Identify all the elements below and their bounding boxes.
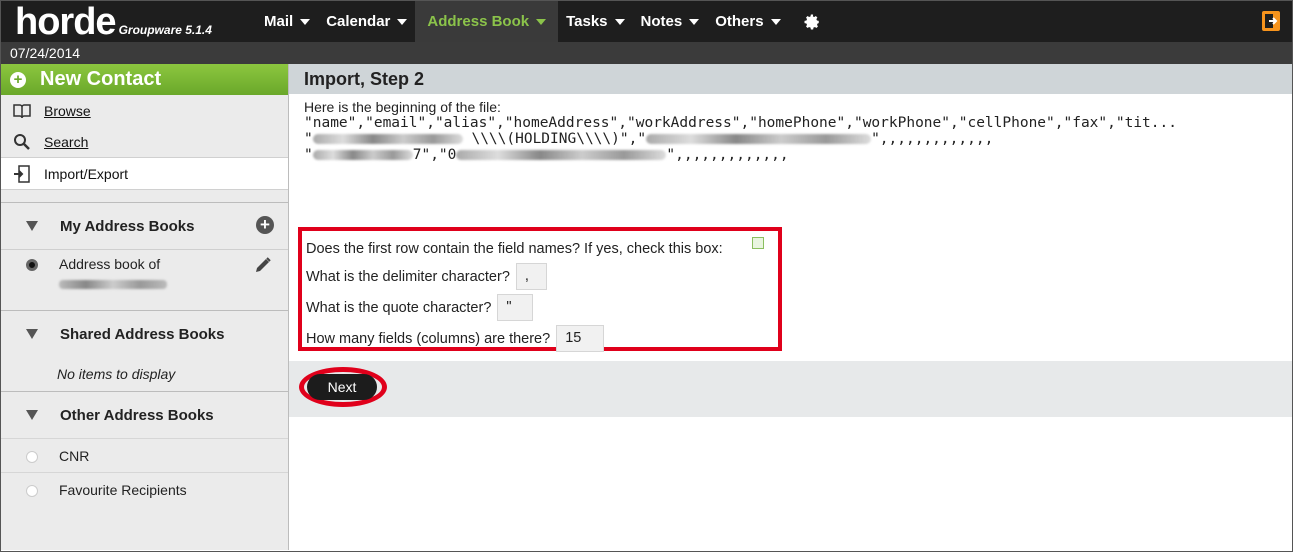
chevron-down-icon [770,18,781,25]
other-book-item[interactable]: Favourite Recipients [1,472,288,506]
delimiter-input[interactable]: , [515,263,547,290]
radio-icon[interactable] [26,485,38,497]
redacted-text [312,134,463,144]
menu-label: Others [715,13,764,30]
add-address-book-icon[interactable]: + [256,216,274,234]
file-intro: Here is the beginning of the file: [304,99,501,115]
fields-input[interactable]: 15 [556,325,605,352]
first-row-label: Does the first row contain the field nam… [306,241,723,257]
menu-label: Tasks [566,13,608,30]
next-button[interactable]: Next [307,374,377,400]
chevron-down-icon [536,18,547,25]
date-bar: 07/24/2014 [1,42,1292,64]
page-title: Import, Step 2 [289,64,1292,94]
address-book-name: Address book of [59,256,167,292]
first-row-question: Does the first row contain the field nam… [306,237,778,261]
logout-icon[interactable] [1262,11,1280,31]
redacted-text [312,150,413,160]
empty-message: No items to display [57,366,176,382]
delimiter-label: What is the delimiter character? [306,268,510,285]
current-date: 07/24/2014 [10,45,81,61]
address-book-label: Address book of [59,256,161,272]
chevron-down-icon [397,18,408,25]
section-title: Other Address Books [60,406,214,424]
active-radio-icon[interactable] [26,259,38,271]
menu-address-book[interactable]: Address Book [415,1,559,42]
file-line-2: " \\\\(HOLDING\\\\)"," ",,,,,,,,,,,,, [304,131,994,147]
import-options-form: Does the first row contain the field nam… [298,227,782,354]
sidebar-item-import-export[interactable]: Import/Export [1,157,288,190]
redacted-text [456,150,667,160]
brand-name: horde [15,1,117,43]
new-contact-button[interactable]: + New Contact [1,64,288,95]
redacted-text [646,134,872,144]
section-title: Shared Address Books [60,325,225,343]
action-bar: Next [289,361,1292,417]
quote-input[interactable]: " [497,294,534,321]
shared-address-books-header[interactable]: Shared Address Books [1,310,288,357]
sidebar: + New Contact Browse Search Import/Expor… [1,64,289,550]
sidebar-item-browse[interactable]: Browse [1,95,288,126]
menu-label: Mail [264,13,294,30]
file-line-1: "name","email","alias","homeAddress","wo… [304,115,1177,131]
redacted-text [59,280,167,289]
other-book-item[interactable]: CNR [1,438,288,472]
menu-calendar[interactable]: Calendar [318,1,415,42]
version-label: Groupware 5.1.4 [118,23,212,37]
section-title: My Address Books [60,217,195,235]
collapse-triangle-icon [26,221,38,231]
sidebar-item-label: Import/Export [44,165,129,182]
sidebar-item-label: Browse [44,102,91,119]
menu-label: Calendar [326,13,391,30]
menu-tasks[interactable]: Tasks [558,1,632,42]
import-export-icon [12,164,32,183]
other-book-label: Favourite Recipients [59,481,187,498]
horde-logo[interactable]: horde Groupware 5.1.4 [15,3,212,41]
radio-icon[interactable] [26,451,38,463]
menu-notes[interactable]: Notes [633,1,708,42]
file-line-text: ",,,,,,,,,,,,, [666,147,789,163]
menu-others[interactable]: Others [707,1,788,42]
top-bar: horde Groupware 5.1.4 Mail Calendar Addre… [1,1,1292,42]
other-address-books-header[interactable]: Other Address Books [1,391,288,438]
file-line-text: 7","0 [412,147,457,163]
collapse-triangle-icon [26,329,38,339]
header-row-checkbox[interactable] [752,237,764,249]
other-book-label: CNR [59,447,90,464]
delimiter-row: What is the delimiter character? , [306,261,778,292]
menu-label: Address Book [427,13,530,30]
my-address-books-header[interactable]: My Address Books + [1,202,288,249]
main-menu: Mail Calendar Address Book Tasks Notes O… [256,1,829,42]
settings-button[interactable] [789,1,829,42]
search-icon [12,133,32,151]
address-book-item[interactable]: Address book of [1,249,288,310]
quote-label: What is the quote character? [306,299,492,316]
sidebar-item-search[interactable]: Search [1,126,288,157]
file-line-text: \\\\(HOLDING\\\\)"," [471,131,647,147]
collapse-triangle-icon [26,410,38,420]
menu-mail[interactable]: Mail [256,1,318,42]
fields-row: How many fields (columns) are there? 15 [306,323,778,354]
sidebar-item-label: Search [44,133,89,150]
fields-label: How many fields (columns) are there? [306,330,551,347]
chevron-down-icon [614,18,625,25]
new-contact-label: New Contact [40,68,162,90]
menu-label: Notes [640,13,683,30]
file-preview: Here is the beginning of the file: "name… [289,94,1292,163]
plus-circle-icon: + [10,71,26,88]
pencil-icon[interactable] [254,256,272,274]
file-line-3: " 7","0 ",,,,,,,,,,,,, [304,147,789,163]
gear-icon [804,14,819,29]
main-content: Import, Step 2 Here is the beginning of … [289,64,1292,550]
file-line-text: ",,,,,,,,,,,,, [871,131,994,147]
chevron-down-icon [689,18,700,25]
chevron-down-icon [300,18,311,25]
book-icon [12,103,32,119]
quote-row: What is the quote character? " [306,292,778,323]
